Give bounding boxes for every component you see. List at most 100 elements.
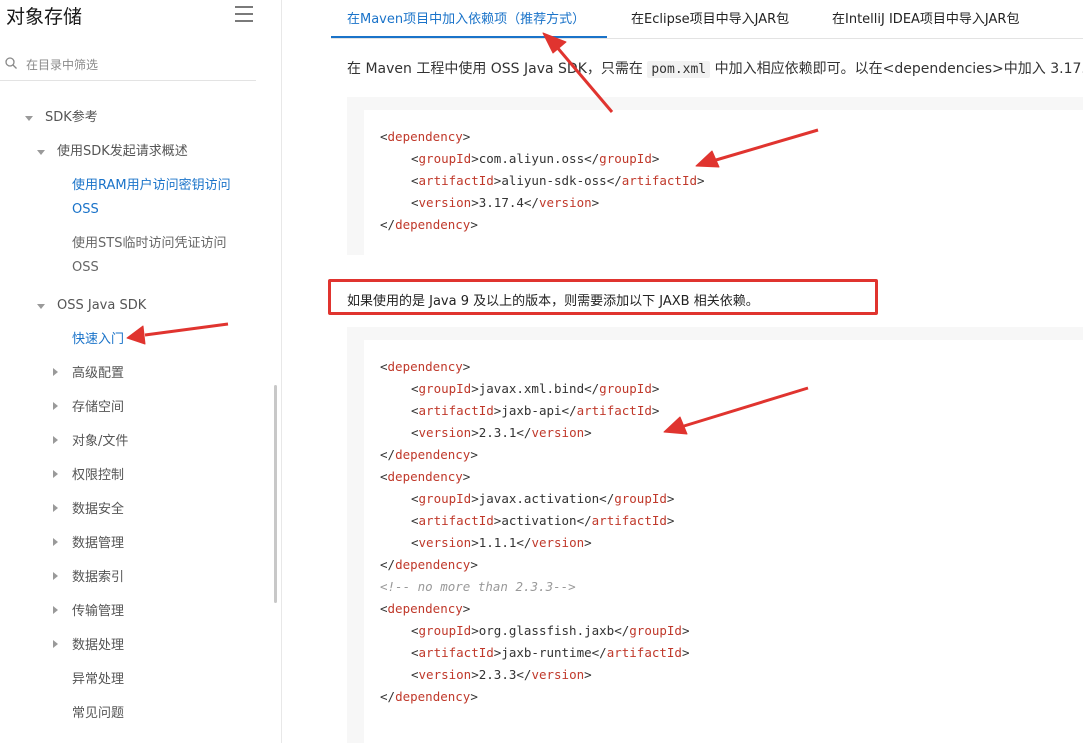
- xml-tag-name: groupId: [418, 623, 472, 638]
- code-block-1: <dependency> <groupId>com.aliyun.oss</gro…: [347, 97, 1083, 255]
- chevron-right-icon[interactable]: [53, 470, 58, 478]
- xml-bracket: </: [591, 645, 607, 660]
- tree-item-data-index[interactable]: 数据索引: [72, 566, 124, 590]
- tree-item-transfer[interactable]: 传输管理: [72, 600, 124, 624]
- xml-tag-name: version: [418, 535, 472, 550]
- tree-item-faq[interactable]: 常见问题: [72, 702, 124, 726]
- xml-bracket: >: [471, 535, 479, 550]
- tree-item-bucket[interactable]: 存储空间: [72, 396, 124, 420]
- xml-tag-name: version: [531, 667, 585, 682]
- xml-text: javax.xml.bind: [478, 381, 585, 396]
- xml-tag-name: groupId: [599, 151, 652, 166]
- xml-bracket: </: [599, 491, 615, 506]
- code-line: </dependency>: [380, 557, 478, 572]
- tree-item-ram-access[interactable]: 使用RAM用户访问密钥访问: [72, 174, 231, 198]
- xml-bracket: </: [380, 689, 396, 704]
- intro-paragraph: 在 Maven 工程中使用 OSS Java SDK，只需在 pom.xml 中…: [347, 58, 1083, 78]
- xml-bracket: >: [471, 667, 479, 682]
- xml-tag-name: artifactId: [606, 645, 682, 660]
- xml-bracket: >: [681, 623, 690, 638]
- code-line: <!-- no more than 2.3.3-->: [380, 579, 576, 594]
- xml-tag-name: version: [418, 195, 472, 210]
- tree-item-sdk-ref[interactable]: SDK参考: [45, 106, 98, 130]
- xml-bracket: </: [516, 667, 532, 682]
- xml-bracket: >: [470, 447, 478, 462]
- tab-maven[interactable]: 在Maven项目中加入依赖项（推荐方式）: [347, 8, 585, 27]
- intro-inline-code: pom.xml: [647, 61, 711, 78]
- chevron-right-icon[interactable]: [53, 402, 58, 410]
- tab-intellij[interactable]: 在IntelliJ IDEA项目中导入JAR包: [832, 8, 1019, 27]
- tree-item-sts-access-cont[interactable]: OSS: [72, 256, 99, 280]
- xml-text: org.glassfish.jaxb: [478, 623, 615, 638]
- tree-item-sdk-request[interactable]: 使用SDK发起请求概述: [57, 140, 188, 164]
- tree-item-sts-access[interactable]: 使用STS临时访问凭证访问: [72, 232, 226, 256]
- chevron-right-icon[interactable]: [53, 572, 58, 580]
- code-line: <artifactId>aliyun-sdk-oss</artifactId>: [411, 173, 705, 188]
- sidebar-scrollbar[interactable]: [274, 385, 277, 603]
- tree-item-ram-access-cont[interactable]: OSS: [72, 198, 99, 222]
- chevron-down-icon[interactable]: [37, 304, 45, 309]
- tree-item-data-security[interactable]: 数据安全: [72, 498, 124, 522]
- tree-item-advanced-config[interactable]: 高级配置: [72, 362, 124, 386]
- xml-bracket: </: [523, 195, 539, 210]
- code-line: <groupId>org.glassfish.jaxb</groupId>: [411, 623, 690, 638]
- chevron-right-icon[interactable]: [53, 640, 58, 648]
- xml-bracket: <: [411, 195, 419, 210]
- tree-item-quickstart[interactable]: 快速入门: [72, 328, 124, 352]
- xml-bracket: <: [380, 601, 388, 616]
- xml-tag-name: artifactId: [418, 403, 494, 418]
- xml-bracket: >: [462, 359, 471, 374]
- xml-bracket: <: [411, 491, 419, 506]
- chevron-down-icon[interactable]: [25, 116, 33, 121]
- xml-tag-name: version: [418, 425, 472, 440]
- xml-tag-name: version: [531, 425, 585, 440]
- code-line: <groupId>javax.xml.bind</groupId>: [411, 381, 659, 396]
- xml-bracket: >: [681, 645, 690, 660]
- xml-bracket: >: [471, 491, 479, 506]
- xml-tag-name: groupId: [418, 491, 472, 506]
- active-tab-indicator: [331, 36, 607, 38]
- xml-bracket: >: [470, 557, 478, 572]
- xml-bracket: <: [411, 381, 419, 396]
- xml-text: 3.17.4: [478, 195, 524, 210]
- search-icon: [5, 57, 17, 69]
- xml-bracket: <: [411, 513, 419, 528]
- xml-tag-name: artifactId: [418, 173, 494, 188]
- xml-bracket: >: [471, 623, 479, 638]
- chevron-right-icon[interactable]: [53, 436, 58, 444]
- xml-bracket: </: [380, 217, 396, 232]
- xml-bracket: >: [470, 689, 478, 704]
- tree-item-data-management[interactable]: 数据管理: [72, 532, 124, 556]
- xml-bracket: <: [380, 469, 388, 484]
- xml-bracket: </: [516, 425, 532, 440]
- tree-item-object[interactable]: 对象/文件: [72, 430, 128, 454]
- xml-bracket: </: [380, 447, 396, 462]
- xml-bracket: <: [411, 645, 419, 660]
- xml-bracket: <: [411, 403, 419, 418]
- tree-item-data-processing[interactable]: 数据处理: [72, 634, 124, 658]
- xml-bracket: <: [411, 151, 419, 166]
- chevron-right-icon[interactable]: [53, 368, 58, 376]
- code-line: <artifactId>activation</artifactId>: [411, 513, 674, 528]
- xml-text: activation: [501, 513, 577, 528]
- xml-bracket: </: [380, 557, 396, 572]
- xml-bracket: <: [411, 623, 419, 638]
- hamburger-menu-icon[interactable]: [235, 6, 253, 22]
- chevron-right-icon[interactable]: [53, 504, 58, 512]
- intro-text-after: 中加入相应依赖即可。以在<dependencies>中加入 3.17.4: [710, 61, 1083, 77]
- xml-bracket: >: [584, 667, 592, 682]
- tree-item-java-sdk[interactable]: OSS Java SDK: [57, 294, 146, 318]
- chevron-down-icon[interactable]: [37, 150, 45, 155]
- chevron-right-icon[interactable]: [53, 538, 58, 546]
- tree-item-exceptions[interactable]: 异常处理: [72, 668, 124, 692]
- chevron-right-icon[interactable]: [53, 606, 58, 614]
- code-line: <version>1.1.1</version>: [411, 535, 592, 550]
- xml-bracket: >: [591, 195, 600, 210]
- tab-eclipse[interactable]: 在Eclipse项目中导入JAR包: [631, 8, 789, 27]
- xml-tag-name: version: [418, 667, 472, 682]
- tree-item-permission[interactable]: 权限控制: [72, 464, 124, 488]
- intro-text-before: 在 Maven 工程中使用 OSS Java SDK，只需在: [347, 61, 648, 77]
- xml-text: aliyun-sdk-oss: [501, 173, 607, 188]
- filter-input[interactable]: [24, 53, 253, 77]
- xml-tag-name: dependency: [395, 557, 471, 572]
